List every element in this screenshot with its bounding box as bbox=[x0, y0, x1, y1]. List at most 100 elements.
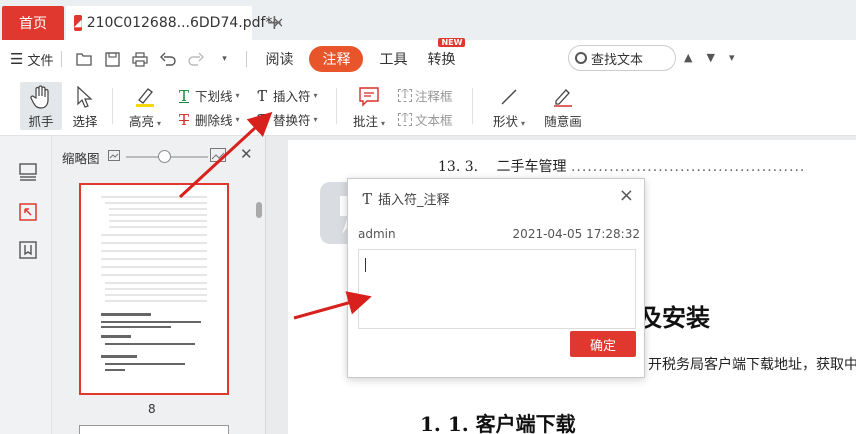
slider-knob[interactable] bbox=[158, 150, 171, 163]
thumbnail-scrollbar[interactable] bbox=[256, 202, 262, 218]
bookmark-panel-icon[interactable] bbox=[18, 240, 38, 260]
annotate-ribbon: 抓手 选择 高亮 ▾ T 下划线 ▾ T 删除线 ▾ Ƭ 插入符 ▾ Ƭ 替换符 ▾ 批注… bbox=[0, 78, 856, 136]
annotation-author: admin bbox=[358, 227, 396, 241]
document-heading: 及安装 bbox=[638, 303, 710, 332]
document-subheading: 1. 1. 客户端下载 bbox=[420, 412, 576, 434]
text-cursor bbox=[365, 258, 366, 272]
popup-title-label: 插入符_注释 bbox=[378, 193, 450, 208]
annotation-popup: Ƭ 插入符_注释 × admin 2021-04-05 17:28:32 确定 bbox=[347, 178, 645, 378]
annotation-text-input[interactable] bbox=[358, 249, 636, 329]
search-prev-icon[interactable]: ▲ bbox=[684, 51, 692, 64]
divider bbox=[246, 51, 248, 67]
hand-tool-button[interactable]: 抓手 bbox=[20, 82, 62, 130]
thumbnail-panel-icon[interactable] bbox=[18, 162, 38, 182]
divider bbox=[61, 51, 63, 67]
file-menu-label: 文件 bbox=[27, 53, 54, 69]
freehand-tool-button[interactable]: 随意画 bbox=[540, 82, 586, 130]
note-box-label: 注释框 bbox=[415, 89, 453, 104]
insert-caret-icon: Ƭ bbox=[256, 86, 267, 105]
left-sidebar bbox=[0, 136, 52, 434]
menu-read[interactable]: 阅读 bbox=[265, 49, 293, 69]
underline-tool-button[interactable]: T 下划线 ▾ bbox=[176, 86, 240, 105]
divider bbox=[336, 88, 337, 124]
shape-tool-button[interactable]: 形状 ▾ bbox=[486, 82, 532, 130]
thumbnail-panel: 缩略图 ✕ 8 bbox=[52, 136, 266, 434]
undo-icon[interactable] bbox=[159, 50, 177, 68]
document-tab-label: 210C012688...6DD74.pdf* bbox=[86, 15, 273, 31]
highlight-tool-button[interactable]: 高亮 ▾ bbox=[122, 82, 168, 130]
replace-symbol-label: 替换符 bbox=[273, 113, 311, 128]
new-badge: NEW bbox=[438, 38, 466, 47]
popup-title: Ƭ 插入符_注释 bbox=[362, 189, 450, 209]
new-tab-button[interactable]: + bbox=[266, 10, 283, 34]
file-menu[interactable]: ☰ 文件 bbox=[10, 50, 53, 69]
home-tab[interactable]: 首页 bbox=[2, 6, 64, 40]
select-tool-button[interactable]: 选择 bbox=[64, 82, 106, 130]
insert-symbol-tool-button[interactable]: Ƭ 插入符 ▾ bbox=[254, 86, 318, 105]
confirm-button[interactable]: 确定 bbox=[570, 331, 636, 357]
close-thumbnail-panel-icon[interactable]: ✕ bbox=[240, 145, 253, 163]
insert-symbol-label: 插入符 bbox=[273, 89, 311, 104]
toc-line: 13. 3. 二手车管理 ...........................… bbox=[438, 156, 805, 176]
document-paragraph: 开税务局客户端下载地址，获取中 bbox=[648, 357, 856, 373]
search-next-icon[interactable]: ▼ bbox=[706, 51, 714, 64]
open-folder-icon[interactable] bbox=[75, 50, 93, 68]
outline-panel-icon[interactable] bbox=[18, 202, 38, 222]
menu-convert-label: 转换 bbox=[427, 52, 456, 68]
page-thumbnail[interactable] bbox=[79, 183, 229, 395]
divider bbox=[472, 88, 473, 124]
menu-bar: ☰ 文件 ▾ 阅读 注释 工具 转换 NEW 查找文本 ▲ ▼ ▾ bbox=[0, 38, 856, 78]
note-icon bbox=[357, 85, 381, 109]
replace-caret-icon: Ƭ bbox=[256, 110, 267, 129]
page-thumbnail[interactable] bbox=[79, 425, 229, 434]
zoom-out-thumb-icon[interactable] bbox=[108, 150, 120, 165]
toc-text: 二手车管理 bbox=[496, 159, 567, 175]
pdf-file-icon: ◢ bbox=[74, 15, 82, 31]
annotation-timestamp: 2021-04-05 17:28:32 bbox=[512, 227, 640, 241]
note-box-tool-button[interactable]: T 注释框 bbox=[398, 86, 453, 105]
toc-leader: ........................................… bbox=[570, 159, 806, 175]
toc-number: 13. 3. bbox=[438, 159, 479, 175]
underline-tool-label: 下划线 bbox=[195, 89, 233, 104]
thumbnail-page-number: 8 bbox=[148, 402, 156, 416]
text-box-icon: T bbox=[398, 113, 412, 126]
print-icon[interactable] bbox=[131, 50, 149, 68]
highlight-tool-label: 高亮 ▾ bbox=[128, 114, 162, 129]
search-placeholder: 查找文本 bbox=[591, 52, 644, 68]
hand-tool-label: 抓手 bbox=[28, 114, 54, 129]
divider bbox=[112, 88, 113, 124]
menu-convert[interactable]: 转换 NEW bbox=[427, 38, 466, 69]
search-nav: ▲ ▼ ▾ bbox=[684, 51, 734, 64]
thumbnail-content bbox=[101, 196, 207, 371]
cursor-icon bbox=[73, 85, 97, 109]
search-more-icon[interactable]: ▾ bbox=[729, 51, 735, 64]
line-shape-icon bbox=[497, 85, 521, 109]
note-tool-label: 批注 ▾ bbox=[352, 114, 386, 129]
zoom-in-thumb-icon[interactable] bbox=[210, 148, 226, 166]
hamburger-icon: ☰ bbox=[10, 50, 24, 68]
quick-access-dropdown-icon[interactable]: ▾ bbox=[215, 50, 233, 68]
strikethrough-tool-label: 删除线 bbox=[195, 113, 233, 128]
text-box-tool-button[interactable]: T 文本框 bbox=[398, 110, 453, 129]
tab-bar: 首页 ◢ 210C012688...6DD74.pdf* × + bbox=[0, 0, 856, 40]
freehand-tool-label: 随意画 bbox=[544, 114, 582, 129]
note-tool-button[interactable]: 批注 ▾ bbox=[346, 82, 392, 130]
menu-annotate[interactable]: 注释 bbox=[309, 46, 364, 72]
hand-icon bbox=[29, 85, 53, 109]
popup-close-button[interactable]: × bbox=[619, 185, 634, 206]
search-input[interactable]: 查找文本 bbox=[568, 45, 676, 71]
strikethrough-icon: T bbox=[178, 110, 189, 129]
replace-symbol-tool-button[interactable]: Ƭ 替换符 ▾ bbox=[254, 110, 318, 129]
strikethrough-tool-button[interactable]: T 删除线 ▾ bbox=[176, 110, 240, 129]
insert-caret-icon: Ƭ bbox=[362, 189, 373, 208]
pen-icon bbox=[551, 85, 575, 109]
select-tool-label: 选择 bbox=[72, 114, 98, 129]
highlighter-icon bbox=[133, 85, 157, 109]
document-tab[interactable]: ◢ 210C012688...6DD74.pdf* × bbox=[66, 6, 284, 40]
search-icon bbox=[575, 52, 587, 64]
menu-tools[interactable]: 工具 bbox=[379, 49, 407, 69]
note-box-icon: T bbox=[398, 89, 412, 102]
redo-icon[interactable] bbox=[187, 50, 205, 68]
save-icon[interactable] bbox=[103, 50, 121, 68]
underline-icon: T bbox=[178, 86, 189, 105]
